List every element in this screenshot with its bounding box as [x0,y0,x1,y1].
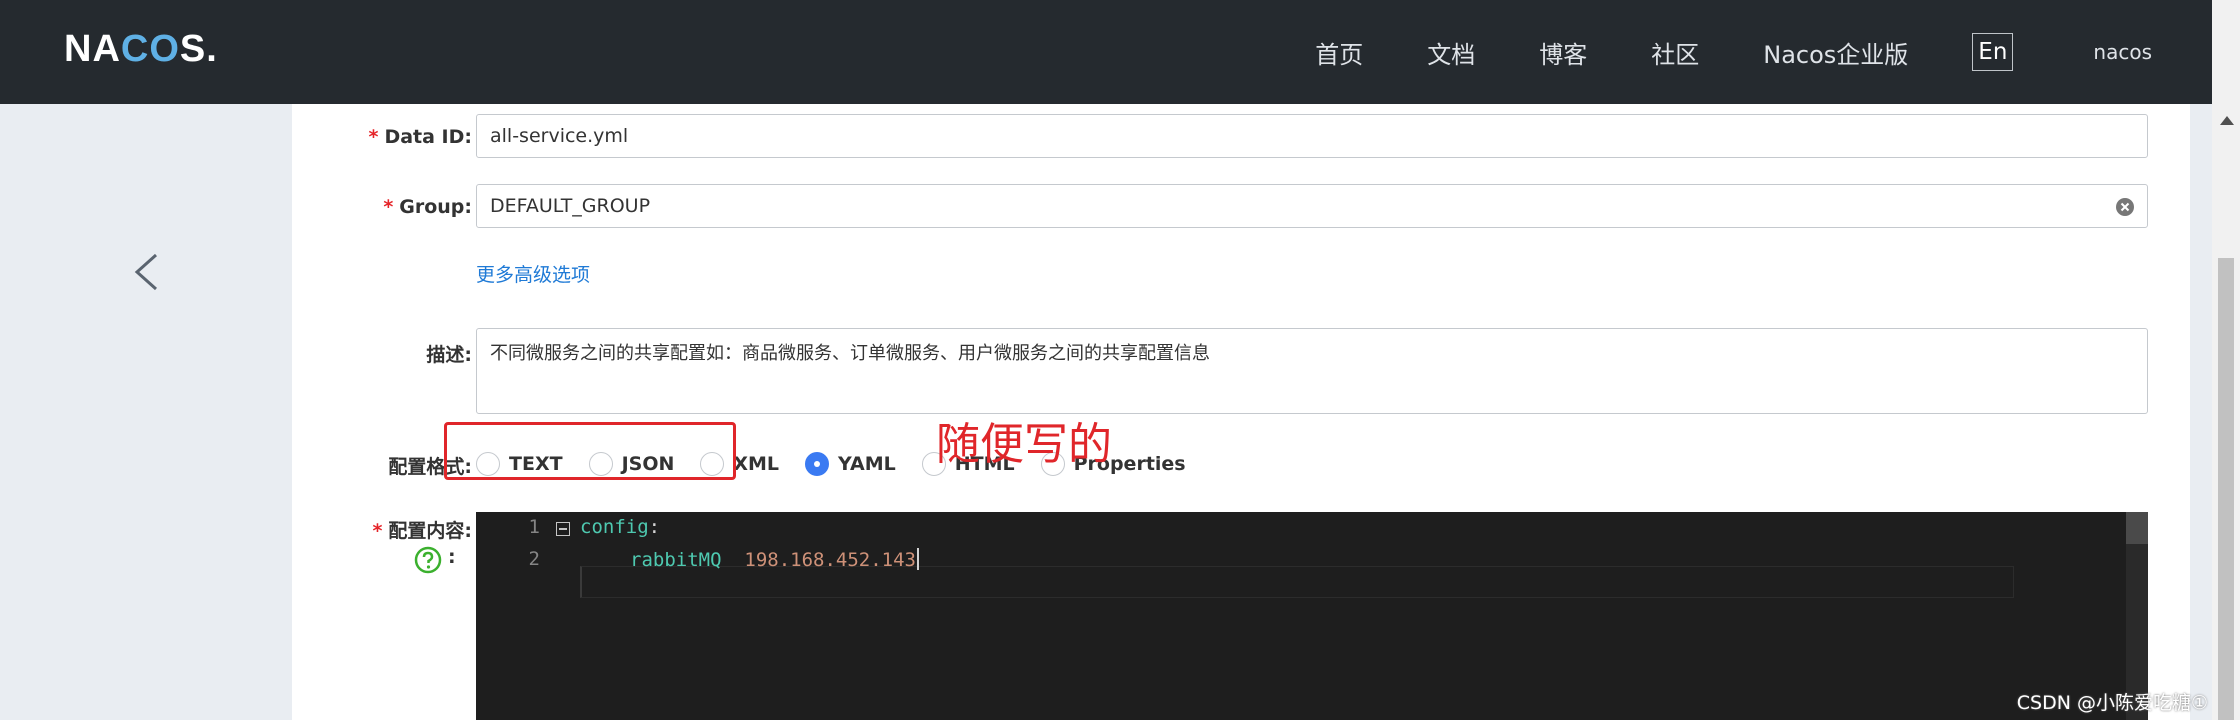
line-number: 1 [528,516,540,538]
group-label: * Group: [383,196,472,218]
fold-toggle-icon[interactable] [556,522,570,536]
nav-blog[interactable]: 博客 [1539,35,1587,70]
back-arrow-icon[interactable] [132,252,160,292]
data-id-value: all-service.yml [490,125,629,147]
editor-scroll-thumb[interactable] [2126,512,2148,544]
logo-text-left: NA [64,27,121,70]
help-icon[interactable] [414,546,442,574]
top-nav: 首页 文档 博客 社区 Nacos企业版 En nacos [1251,26,2152,78]
clear-icon[interactable] [2115,197,2135,217]
nacos-logo[interactable]: NA CO S. [64,24,218,74]
nav-home[interactable]: 首页 [1315,35,1363,70]
data-id-input[interactable]: all-service.yml [476,114,2148,158]
line-number: 2 [528,548,540,570]
scroll-up-arrow-icon[interactable] [2220,116,2234,125]
top-header: NA CO S. 首页 文档 博客 社区 Nacos企业版 En nacos [0,0,2212,104]
content-label: * 配置内容: [372,520,472,542]
description-label: 描述: [426,344,472,366]
description-textarea[interactable]: 不同微服务之间的共享配置如：商品微服务、订单微服务、用户微服务之间的共享配置信息 [476,328,2148,414]
group-value: DEFAULT_GROUP [490,195,651,217]
annotation-highlight-box [444,422,736,480]
watermark: CSDN @小陈爱吃糖① [2016,692,2208,714]
annotation-text: 随便写的 [936,419,1112,470]
data-id-label: * Data ID: [368,126,473,148]
language-button[interactable]: En [1972,33,2014,71]
logo-text-right: S. [179,27,218,70]
left-aside [0,104,292,720]
group-input[interactable]: DEFAULT_GROUP [476,184,2148,228]
logo-text-mid: CO [120,27,180,70]
advanced-options-link[interactable]: 更多高级选项 [476,260,590,287]
help-colon: : [448,546,456,568]
code-line-1: config: [580,516,661,538]
code-editor[interactable]: 1 2 config: rabbitMQ 198.168.452.143 [476,512,2148,720]
nav-community[interactable]: 社区 [1651,35,1699,70]
code-line-2: rabbitMQ 198.168.452.143 [630,548,919,571]
config-form: * Data ID: all-service.yml * Group: DEFAUL… [292,104,2190,720]
nav-enterprise[interactable]: Nacos企业版 [1763,35,1908,70]
page-scrollbar[interactable] [2212,0,2240,720]
radio-dot-checked[interactable] [805,452,830,476]
page-scroll-thumb[interactable] [2218,258,2234,720]
text-cursor [917,548,919,570]
user-name[interactable]: nacos [2093,40,2152,64]
nav-docs[interactable]: 文档 [1427,35,1475,70]
radio-yaml[interactable]: YAML [805,452,896,476]
